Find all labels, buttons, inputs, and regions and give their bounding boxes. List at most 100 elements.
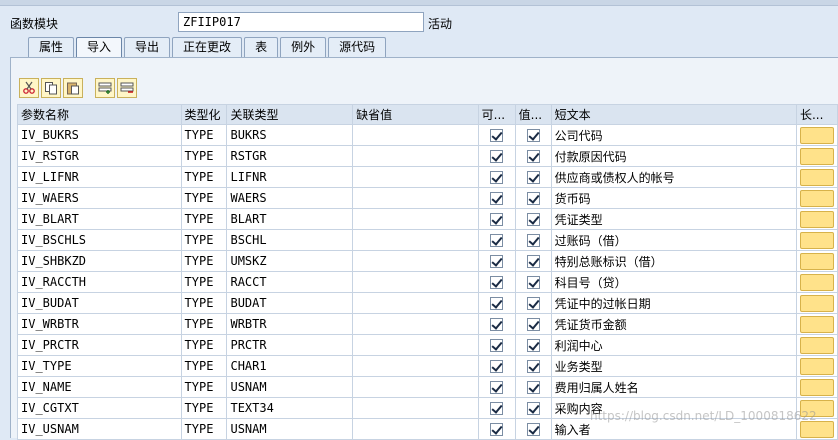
typing-cell[interactable]: TYPE: [180, 397, 228, 419]
pass-value-checkbox[interactable]: [526, 297, 540, 310]
typing-cell[interactable]: TYPE: [180, 208, 228, 230]
default-value-cell[interactable]: [352, 397, 479, 419]
optional-checkbox[interactable]: [490, 276, 504, 289]
table-row[interactable]: IV_RACCTH TYPE RACCT 科目号（贷）: [17, 271, 838, 293]
table-row[interactable]: IV_CGTXT TYPE TEXT34 采购内容: [17, 397, 838, 419]
optional-checkbox[interactable]: [490, 360, 504, 373]
short-text-cell[interactable]: 过账码（借）: [550, 229, 797, 251]
assoc-type-cell[interactable]: CHAR1: [226, 355, 354, 377]
typing-cell[interactable]: TYPE: [180, 313, 228, 335]
table-row[interactable]: IV_USNAM TYPE USNAM 输入者: [17, 418, 838, 440]
optional-checkbox[interactable]: [490, 423, 504, 436]
pass-value-checkbox[interactable]: [526, 171, 540, 184]
typing-cell[interactable]: TYPE: [180, 355, 228, 377]
default-value-cell[interactable]: [352, 355, 479, 377]
pass-value-checkbox[interactable]: [526, 255, 540, 268]
table-row[interactable]: IV_RSTGR TYPE RSTGR 付款原因代码: [17, 145, 838, 167]
long-text-button[interactable]: [799, 189, 834, 207]
long-text-button[interactable]: [799, 252, 834, 270]
default-value-cell[interactable]: [352, 208, 479, 230]
table-row[interactable]: IV_SHBKZD TYPE UMSKZ 特别总账标识（借）: [17, 250, 838, 272]
tab-source-code[interactable]: 源代码: [328, 37, 387, 57]
assoc-type-cell[interactable]: BSCHL: [226, 229, 354, 251]
assoc-type-cell[interactable]: RACCT: [226, 271, 354, 293]
function-module-field[interactable]: ZFIIP017: [178, 12, 424, 32]
tab-exceptions[interactable]: 例外: [280, 37, 327, 57]
typing-cell[interactable]: TYPE: [180, 334, 228, 356]
optional-checkbox[interactable]: [490, 297, 504, 310]
table-row[interactable]: IV_BUDAT TYPE BUDAT 凭证中的过帐日期: [17, 292, 838, 314]
default-value-cell[interactable]: [352, 187, 479, 209]
pass-value-checkbox[interactable]: [526, 339, 540, 352]
col-header-long-text[interactable]: 长...: [795, 104, 838, 125]
short-text-cell[interactable]: 凭证类型: [550, 208, 797, 230]
param-name-cell[interactable]: IV_RSTGR: [17, 145, 182, 167]
col-header-default[interactable]: 缺省值: [352, 104, 479, 125]
long-text-button[interactable]: [799, 147, 834, 165]
col-header-short-text[interactable]: 短文本: [550, 104, 797, 125]
long-text-button[interactable]: [799, 420, 834, 438]
short-text-cell[interactable]: 利润中心: [550, 334, 797, 356]
short-text-cell[interactable]: 公司代码: [550, 124, 797, 146]
short-text-cell[interactable]: 科目号（贷）: [550, 271, 797, 293]
optional-checkbox[interactable]: [490, 234, 504, 247]
default-value-cell[interactable]: [352, 313, 479, 335]
pass-value-checkbox[interactable]: [526, 213, 540, 226]
param-name-cell[interactable]: IV_LIFNR: [17, 166, 182, 188]
assoc-type-cell[interactable]: WAERS: [226, 187, 354, 209]
pass-value-checkbox[interactable]: [526, 234, 540, 247]
default-value-cell[interactable]: [352, 124, 479, 146]
optional-checkbox[interactable]: [490, 402, 504, 415]
long-text-button[interactable]: [799, 315, 834, 333]
param-name-cell[interactable]: IV_BUKRS: [17, 124, 182, 146]
param-name-cell[interactable]: IV_SHBKZD: [17, 250, 182, 272]
assoc-type-cell[interactable]: BUDAT: [226, 292, 354, 314]
pass-value-checkbox[interactable]: [526, 360, 540, 373]
pass-value-checkbox[interactable]: [526, 276, 540, 289]
param-name-cell[interactable]: IV_BUDAT: [17, 292, 182, 314]
typing-cell[interactable]: TYPE: [180, 166, 228, 188]
assoc-type-cell[interactable]: LIFNR: [226, 166, 354, 188]
delete-row-icon[interactable]: [117, 78, 137, 98]
pass-value-checkbox[interactable]: [526, 318, 540, 331]
pass-value-checkbox[interactable]: [526, 381, 540, 394]
short-text-cell[interactable]: 采购内容: [550, 397, 797, 419]
default-value-cell[interactable]: [352, 250, 479, 272]
table-row[interactable]: IV_PRCTR TYPE PRCTR 利润中心: [17, 334, 838, 356]
table-row[interactable]: IV_BSCHLS TYPE BSCHL 过账码（借）: [17, 229, 838, 251]
short-text-cell[interactable]: 凭证中的过帐日期: [550, 292, 797, 314]
default-value-cell[interactable]: [352, 418, 479, 440]
default-value-cell[interactable]: [352, 271, 479, 293]
param-name-cell[interactable]: IV_WAERS: [17, 187, 182, 209]
optional-checkbox[interactable]: [490, 213, 504, 226]
long-text-button[interactable]: [799, 231, 834, 249]
short-text-cell[interactable]: 供应商或债权人的帐号: [550, 166, 797, 188]
pass-value-checkbox[interactable]: [526, 402, 540, 415]
tab-attributes[interactable]: 属性: [28, 37, 75, 57]
table-row[interactable]: IV_NAME TYPE USNAM 费用归属人姓名: [17, 376, 838, 398]
typing-cell[interactable]: TYPE: [180, 124, 228, 146]
typing-cell[interactable]: TYPE: [180, 187, 228, 209]
assoc-type-cell[interactable]: USNAM: [226, 376, 354, 398]
optional-checkbox[interactable]: [490, 339, 504, 352]
param-name-cell[interactable]: IV_USNAM: [17, 418, 182, 440]
typing-cell[interactable]: TYPE: [180, 271, 228, 293]
insert-row-icon[interactable]: [95, 78, 115, 98]
assoc-type-cell[interactable]: USNAM: [226, 418, 354, 440]
long-text-button[interactable]: [799, 126, 834, 144]
default-value-cell[interactable]: [352, 376, 479, 398]
table-row[interactable]: IV_WAERS TYPE WAERS 货币码: [17, 187, 838, 209]
optional-checkbox[interactable]: [490, 255, 504, 268]
typing-cell[interactable]: TYPE: [180, 250, 228, 272]
optional-checkbox[interactable]: [490, 150, 504, 163]
optional-checkbox[interactable]: [490, 171, 504, 184]
default-value-cell[interactable]: [352, 334, 479, 356]
pass-value-checkbox[interactable]: [526, 192, 540, 205]
short-text-cell[interactable]: 货币码: [550, 187, 797, 209]
optional-checkbox[interactable]: [490, 381, 504, 394]
default-value-cell[interactable]: [352, 145, 479, 167]
table-row[interactable]: IV_WRBTR TYPE WRBTR 凭证货币金额: [17, 313, 838, 335]
param-name-cell[interactable]: IV_CGTXT: [17, 397, 182, 419]
short-text-cell[interactable]: 特别总账标识（借）: [550, 250, 797, 272]
optional-checkbox[interactable]: [490, 192, 504, 205]
